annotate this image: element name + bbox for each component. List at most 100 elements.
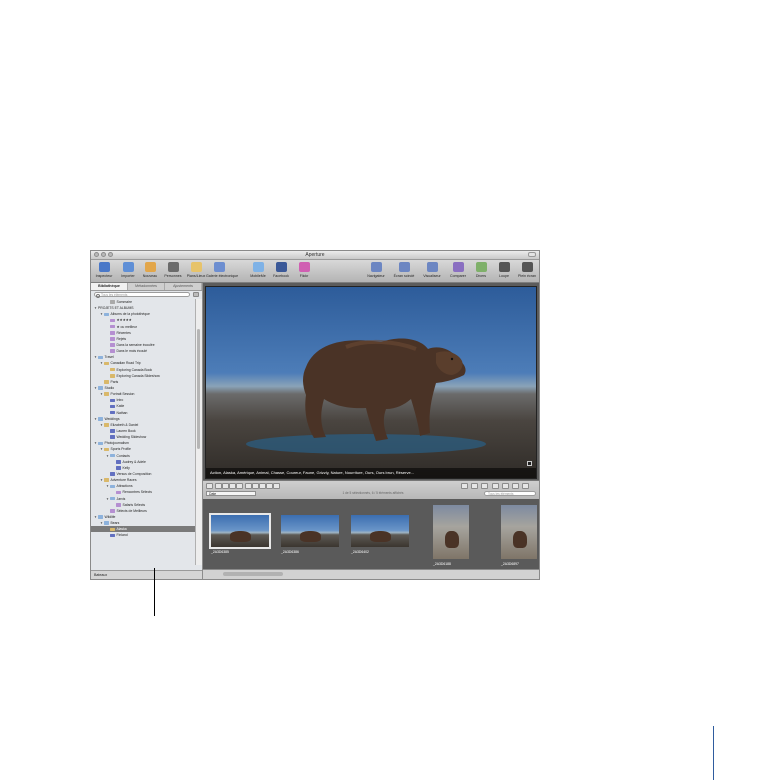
- toolbar-toggle-button[interactable]: [528, 252, 536, 257]
- filmstrip: _2A3D6385 _2A3D6386 _2A3D6402 _2A3D6188 _2A3…: [203, 499, 539, 571]
- sort-select[interactable]: Date: [206, 491, 256, 496]
- album-icon: [110, 410, 115, 415]
- tool-button-6[interactable]: [252, 483, 259, 489]
- toolbar-button-5[interactable]: Galerie électronique: [206, 261, 239, 278]
- toolbar-button-11[interactable]: Visualiseur: [419, 261, 445, 278]
- project-icon: [104, 447, 109, 452]
- library-search-input[interactable]: Tous les éléments: [94, 292, 190, 298]
- project-icon: [110, 367, 115, 372]
- filmstrip-thumbnail[interactable]: [279, 513, 341, 549]
- tree-item-label: Rejets: [116, 336, 127, 341]
- view-button-0[interactable]: [461, 483, 468, 489]
- tool-button-1[interactable]: [215, 483, 222, 489]
- bear-shape: [229, 531, 252, 542]
- smart-icon: [110, 324, 115, 329]
- tree-item-label: Jarvis: [116, 496, 126, 501]
- toolbar-button-9[interactable]: Navigateur: [363, 261, 389, 278]
- toolbar-icon: [252, 262, 264, 272]
- smart-icon: [110, 349, 115, 353]
- tree-item-label: Exploring Canada Book: [116, 367, 153, 372]
- tree-item-label: Dans le mois écoulé: [116, 349, 148, 354]
- album-icon: [116, 460, 121, 464]
- view-button-5[interactable]: [512, 483, 519, 489]
- tree-item-label: Albums de la photothèque: [110, 312, 150, 317]
- filmstrip-thumbnail[interactable]: [349, 513, 411, 549]
- tab-library[interactable]: Bibliothèque: [91, 283, 128, 290]
- library-search-placeholder: Tous les éléments: [101, 293, 128, 297]
- tool-button-5[interactable]: [245, 483, 252, 489]
- view-button-2[interactable]: [481, 483, 488, 489]
- project-icon: [104, 380, 109, 384]
- photo-caption: Action, Alaska, Amérique, Animal, Chasse…: [206, 468, 536, 478]
- tree-item-label: Travel: [104, 355, 114, 360]
- tree-item-label: Wildlife: [104, 514, 116, 519]
- bear-photo[interactable]: Action, Alaska, Amérique, Animal, Chasse…: [205, 286, 537, 479]
- album-icon: [116, 466, 121, 470]
- toolbar-icon: [498, 262, 510, 272]
- toolbar-icon: [426, 262, 438, 272]
- bear-shape: [299, 531, 322, 542]
- view-button-4[interactable]: [502, 483, 509, 489]
- tree-item-label: Dans la semaine écoulée: [116, 342, 155, 347]
- folder-icon: [98, 386, 103, 390]
- bear-shape: [513, 531, 527, 549]
- toolbar-icon: [370, 262, 382, 272]
- toolbar-icon: [190, 262, 202, 272]
- filmstrip-thumbnail[interactable]: [431, 503, 471, 561]
- tool-button-7[interactable]: [259, 483, 266, 489]
- folder-icon: [98, 515, 103, 519]
- sidebar-footer-label: Bateaux: [94, 573, 108, 577]
- tree-item[interactable]: Finland: [91, 532, 195, 538]
- browser-search-input[interactable]: Tous les éléments: [484, 491, 536, 496]
- bear-shape: [369, 531, 392, 542]
- library-tree: Sommaire ▼PROJETS ET ALBUMS ▼ Albums de la …: [91, 299, 195, 563]
- view-button-3[interactable]: [492, 483, 499, 489]
- folder-icon: [110, 484, 115, 489]
- toolbar-button-15[interactable]: Plein écran: [514, 261, 539, 278]
- toolbar-button-8[interactable]: Flickr: [291, 261, 317, 278]
- tree-item-label: Portrait Session: [110, 392, 135, 397]
- tool-button-8[interactable]: [266, 483, 273, 489]
- album-icon: [110, 398, 115, 403]
- thumbnail-label: _2A3D6402: [351, 550, 369, 554]
- toolbar-button-10[interactable]: Écran scindé: [391, 261, 417, 278]
- metadata-badge-icon: [527, 461, 532, 466]
- tree-item-label: Intro: [116, 398, 124, 403]
- view-button-6[interactable]: [522, 483, 529, 489]
- tool-button-4[interactable]: [236, 483, 243, 489]
- folder-icon: [98, 441, 103, 446]
- tab-adjustments[interactable]: Ajustements: [165, 283, 202, 290]
- toolbar-icon: [275, 262, 287, 272]
- tool-button-9[interactable]: [273, 483, 280, 489]
- toolbar-icon: [144, 262, 156, 272]
- callout-line: [154, 568, 155, 616]
- album-icon: [110, 435, 115, 439]
- tool-button-2[interactable]: [222, 483, 229, 489]
- aperture-window: Aperture Inspecteur Importer Nouveau Person…: [90, 250, 540, 580]
- tree-item-label: Récentes: [116, 330, 131, 335]
- toolbar-button-label: Plein écran: [518, 274, 536, 278]
- tree-item-label: Contacts: [116, 453, 130, 458]
- toolbar-icon: [452, 262, 464, 272]
- smart-icon: [110, 337, 115, 341]
- project-icon: [104, 361, 109, 366]
- toolbar-button-label: Galerie électronique: [206, 274, 239, 278]
- main-toolbar: Inspecteur Importer Nouveau Personnes Plans/…: [91, 260, 539, 283]
- view-button-1[interactable]: [471, 483, 478, 489]
- search-icon: [96, 293, 100, 298]
- tree-item-label: Sommaire: [116, 300, 132, 304]
- tab-metadata[interactable]: Métadonnées: [128, 283, 165, 290]
- filmstrip-scrollbar[interactable]: [223, 572, 283, 576]
- tree-item-label: Photojournalism: [104, 441, 129, 446]
- filmstrip-thumbnail[interactable]: [499, 503, 539, 561]
- toolbar-button-0[interactable]: Inspecteur: [91, 261, 117, 278]
- tool-button-0[interactable]: [206, 483, 213, 489]
- tool-button-3[interactable]: [229, 483, 236, 489]
- sort-select-value: Date: [209, 492, 217, 496]
- filmstrip-thumbnail[interactable]: [209, 513, 271, 549]
- sidebar-scrollbar[interactable]: [195, 299, 202, 565]
- sidebar-scroll-thumb[interactable]: [197, 329, 200, 449]
- gear-icon[interactable]: [193, 292, 199, 297]
- album-icon: [110, 533, 115, 538]
- browser-selection-info: 1 de 5 sélectionnés, 6 / 5 éléments affi…: [342, 491, 404, 495]
